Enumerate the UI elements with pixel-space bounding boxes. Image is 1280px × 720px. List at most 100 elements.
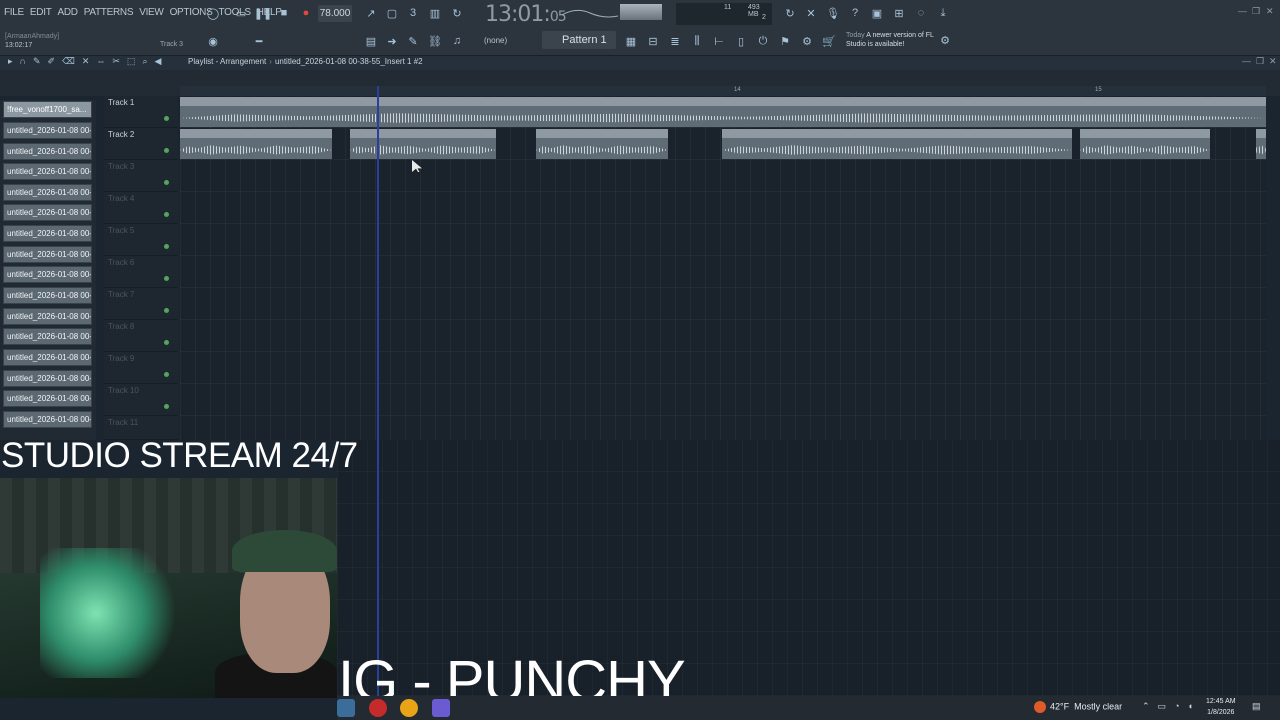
playback-icon[interactable]: ◀ [154, 56, 161, 67]
browser-icon[interactable]: ⊢ [710, 32, 728, 50]
plug-icon[interactable]: ⏻ [754, 32, 772, 50]
file-explorer-icon[interactable] [337, 699, 355, 717]
mic-icon[interactable]: 🎙 [824, 4, 842, 22]
channel-rack-icon[interactable]: ⊟ [644, 32, 662, 50]
restore-icon[interactable]: ❐ [1252, 6, 1260, 17]
picker-item[interactable]: !free_vonoff1700_sa... [3, 101, 92, 118]
playlist-minimize-icon[interactable]: — [1242, 56, 1251, 66]
snap-magnet-icon[interactable]: ∩ [20, 56, 26, 67]
close-icon[interactable]: ✕ [1266, 6, 1274, 17]
menu-patterns[interactable]: PATTERNS [84, 7, 134, 18]
brush-icon[interactable]: ✎ [404, 32, 422, 50]
picker-item[interactable]: untitled_2026-01-08 00-... [3, 204, 92, 221]
stop-icon[interactable]: ■ [275, 4, 293, 22]
playlist-menu-icon[interactable]: ▸ [8, 56, 13, 67]
settings-icon[interactable]: ⚙ [936, 31, 954, 49]
step-edit-icon[interactable]: ▥ [426, 4, 444, 22]
picker-item[interactable]: untitled_2026-01-08 00-... [3, 370, 92, 387]
picker-item[interactable]: untitled_2026-01-08 00-... [3, 411, 92, 428]
slip-icon[interactable]: ⇔ [96, 56, 105, 67]
picker-item[interactable]: untitled_2026-01-08 00-... [3, 349, 92, 366]
track-active-dot[interactable] [164, 404, 169, 409]
view-playlist-icon[interactable]: ▤ [362, 32, 380, 50]
track-header-10[interactable]: Track 10 [104, 384, 178, 416]
timeline-ruler[interactable]: 14 15 [180, 86, 1266, 96]
audio-clip[interactable]: untitled_2026-01-08 00-38-55_Insert 1 #2 [722, 129, 1072, 159]
zoom-icon[interactable]: ⌕ [142, 56, 147, 67]
track-active-dot[interactable] [164, 244, 169, 249]
metronome-icon[interactable]: ↗ [362, 4, 380, 22]
record-icon[interactable]: ● [297, 4, 315, 22]
discord-icon[interactable] [432, 699, 450, 717]
tray-monitor-icon[interactable]: ▭ [1158, 701, 1167, 712]
obs-icon[interactable] [369, 699, 387, 717]
stamp-icon[interactable]: ♫ [448, 32, 466, 50]
master-volume-knob[interactable]: ◉ [204, 32, 222, 50]
mute-icon[interactable]: ✕ [82, 56, 90, 67]
track-header-2[interactable]: Track 2 [104, 128, 178, 160]
download-icon[interactable]: ⤓ [934, 4, 952, 22]
track-header-4[interactable]: Track 4 [104, 192, 178, 224]
track-header-7[interactable]: Track 7 [104, 288, 178, 320]
picker-item[interactable]: untitled_2026-01-08 00-... [3, 122, 92, 139]
master-pitch-slider[interactable]: ━ [250, 32, 268, 50]
tray-volume-icon[interactable]: ◖ [1188, 701, 1193, 712]
audio-clip[interactable]: !free_vonoff1700_sample_type_beat__top_o… [180, 97, 1266, 127]
track-active-dot[interactable] [164, 116, 169, 121]
picker-item[interactable]: untitled_2026-01-08 00-... [3, 287, 92, 304]
clipboard-icon[interactable]: ▯ [732, 32, 750, 50]
picker-item[interactable]: untitled_2026-01-08 00-... [3, 163, 92, 180]
pause-icon[interactable]: ❚❚ [254, 4, 272, 22]
menu-view[interactable]: VIEW [139, 7, 164, 18]
playlist-icon[interactable]: ≣ [666, 32, 684, 50]
track-header-1[interactable]: Track 1 [104, 96, 178, 128]
tempo-display[interactable]: 78.000 [318, 5, 352, 22]
chat-icon[interactable]: ◌ [912, 4, 930, 22]
tray-network-icon[interactable]: ◔ [1174, 701, 1179, 712]
help-icon[interactable]: ? [846, 4, 864, 22]
track-active-dot[interactable] [164, 308, 169, 313]
audio-clip[interactable]: untitled_2026-01-08 00-35-54_Insert 1 [180, 129, 332, 159]
tray-chevron-icon[interactable]: ⌃ [1142, 701, 1150, 712]
track-header-3[interactable]: Track 3 [104, 160, 178, 192]
pat-song-toggle[interactable]: ▭ [232, 4, 250, 22]
menu-add[interactable]: ADD [58, 7, 79, 18]
clock[interactable]: 12:45 AM 1/8/2026 [1206, 696, 1236, 718]
cart-icon[interactable]: 🛒 [820, 32, 838, 50]
track-header-6[interactable]: Track 6 [104, 256, 178, 288]
track-active-dot[interactable] [164, 148, 169, 153]
track-header-5[interactable]: Track 5 [104, 224, 178, 256]
piano-roll-icon[interactable]: ▦ [622, 32, 640, 50]
song-mode-icon[interactable]: ◯ [204, 4, 222, 22]
refresh-icon[interactable]: ↻ [781, 4, 799, 22]
arrow-icon[interactable]: ➜ [383, 32, 401, 50]
track-header-9[interactable]: Track 9 [104, 352, 178, 384]
audio-clip[interactable]: untitled_2026-01...0-38-55_Insert 1 [536, 129, 668, 159]
track-active-dot[interactable] [164, 340, 169, 345]
pick-icon[interactable]: ⚑ [776, 32, 794, 50]
tools-icon[interactable]: ✕ [802, 4, 820, 22]
snap-select[interactable]: (none) [478, 34, 530, 48]
playlist-close-icon[interactable]: ✕ [1269, 56, 1277, 67]
select-icon[interactable]: ⬚ [127, 56, 136, 67]
track-header-8[interactable]: Track 8 [104, 320, 178, 352]
picker-item[interactable]: untitled_2026-01-08 00-... [3, 184, 92, 201]
menu-file[interactable]: FILE [4, 7, 24, 18]
notifications-icon[interactable]: ▤ [1252, 701, 1261, 712]
weather-widget[interactable]: 42°F Mostly clear [1034, 701, 1122, 713]
audio-clip[interactable] [1256, 129, 1266, 159]
save-icon[interactable]: ▣ [868, 4, 886, 22]
plugin-icon[interactable]: ⊞ [890, 4, 908, 22]
picker-item[interactable]: untitled_2026-01-08 00-... [3, 225, 92, 242]
picker-item[interactable]: untitled_2026-01-08 00-... [3, 328, 92, 345]
link-icon[interactable]: ⛓ [426, 32, 444, 50]
track-active-dot[interactable] [164, 372, 169, 377]
picker-item[interactable]: untitled_2026-01-08 00-... [3, 390, 92, 407]
picker-item[interactable]: untitled_2026-01-08 00-... [3, 143, 92, 160]
paint-icon[interactable]: ✐ [48, 56, 56, 67]
menu-edit[interactable]: EDIT [30, 7, 52, 18]
wrench-icon[interactable]: ⚙ [798, 32, 816, 50]
fl-studio-icon[interactable] [400, 699, 418, 717]
track-active-dot[interactable] [164, 212, 169, 217]
picker-item[interactable]: untitled_2026-01-08 00-... [3, 308, 92, 325]
